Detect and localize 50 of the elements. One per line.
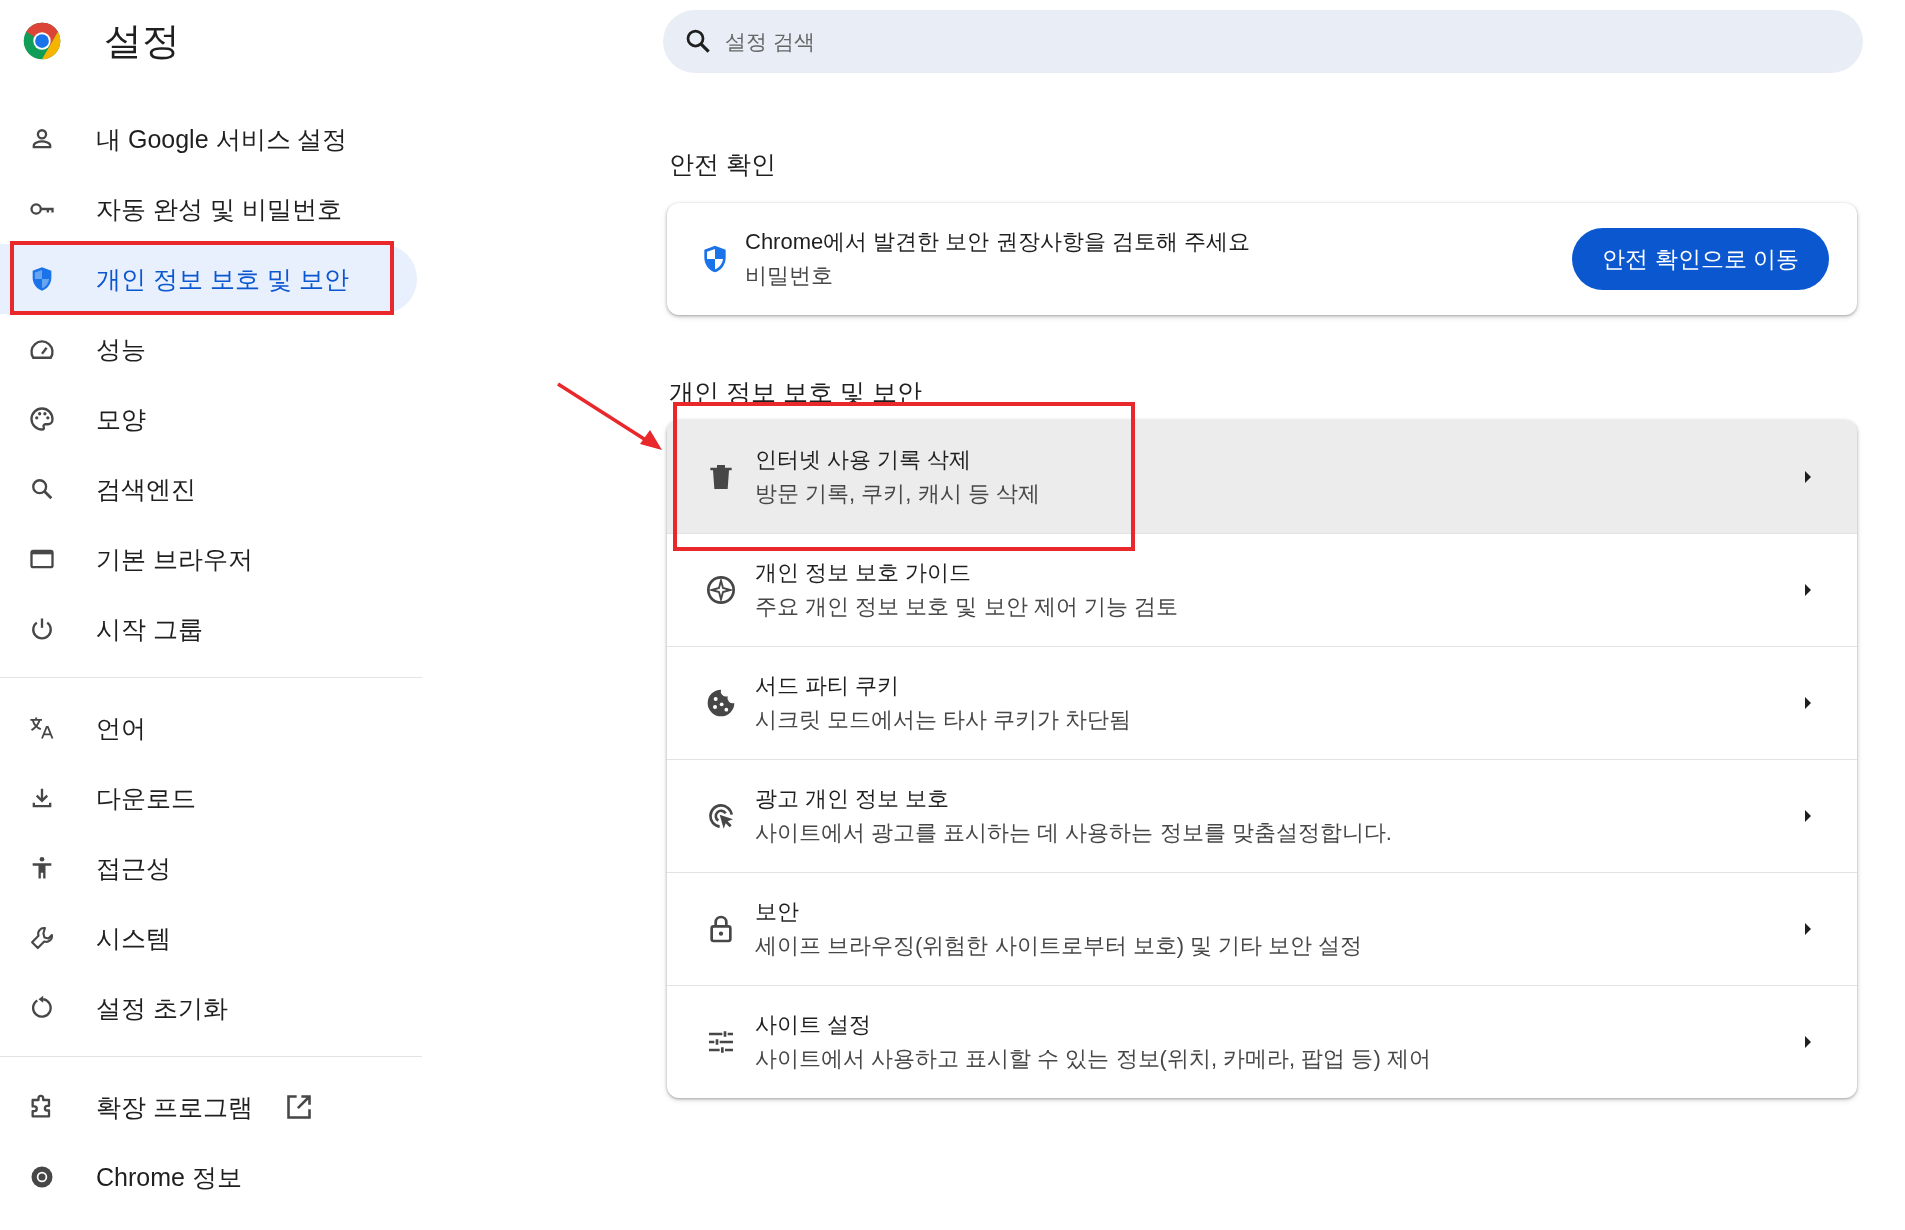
sidebar-item[interactable]: 검색엔진 [0, 454, 417, 524]
wrench-icon [28, 924, 56, 952]
row-subtitle: 주요 개인 정보 보호 및 보안 제어 기능 검토 [755, 593, 1179, 621]
sidebar-item[interactable]: 자동 완성 및 비밀번호 [0, 174, 417, 244]
row-subtitle: 방문 기록, 쿠키, 캐시 등 삭제 [755, 479, 1041, 508]
card-title: Chrome에서 발견한 보안 권장사항을 검토해 주세요 [745, 228, 1251, 256]
row-title: 개인 정보 보호 가이드 [755, 559, 973, 587]
caret-icon [1803, 696, 1813, 710]
cookie-icon [705, 687, 737, 719]
search-field[interactable]: 설정 검색 [663, 10, 1863, 73]
sidebar-item[interactable]: 접근성 [0, 833, 417, 903]
section-heading: 안전 확인 [669, 149, 777, 180]
settings-title: 설정 [104, 18, 180, 64]
row-subtitle: 사이트에서 광고를 표시하는 데 사용하는 정보를 맞춤설정합니다. [755, 819, 1393, 847]
caret-icon [1803, 1035, 1813, 1049]
sidebar-item[interactable]: 언어 [0, 693, 417, 763]
settings-row[interactable]: 보안 세이프 브라우징(위험한 사이트로부터 보호) 및 기타 보안 설정 [667, 872, 1857, 985]
card-subtitle: 비밀번호 [745, 262, 834, 290]
sidebar-item[interactable]: 확장 프로그램 [0, 1072, 417, 1142]
row-subtitle: 사이트에서 사용하고 표시할 수 있는 정보(위치, 카메라, 팝업 등) 제어 [755, 1045, 1432, 1073]
sidebar-item[interactable]: 다운로드 [0, 763, 417, 833]
compass-icon [705, 574, 737, 606]
row-title: 보안 [755, 898, 800, 926]
row-title: 서드 파티 쿠키 [755, 672, 901, 700]
sidebar-item[interactable]: 시스템 [0, 903, 417, 973]
sidebar-item[interactable]: Chrome 정보 [0, 1142, 417, 1212]
caret-icon [1803, 469, 1813, 484]
settings-row[interactable]: 개인 정보 보호 가이드 주요 개인 정보 보호 및 보안 제어 기능 검토 [667, 533, 1857, 646]
row-title: 인터넷 사용 기록 삭제 [755, 445, 973, 474]
sidebar-item[interactable]: 성능 [0, 314, 417, 384]
caret-icon [1803, 922, 1813, 936]
sidebar-item[interactable]: 기본 브라우저 [0, 524, 417, 594]
sidebar-item[interactable]: 내 Google 서비스 설정 [0, 104, 417, 174]
row-title: 광고 개인 정보 보호 [755, 785, 951, 813]
settings-row[interactable]: 광고 개인 정보 보호 사이트에서 광고를 표시하는 데 사용하는 정보를 맞춤설정합니다. [667, 759, 1857, 872]
sidebar-item[interactable]: 개인 정보 보호 및 보안 [0, 244, 417, 314]
sidebar-item[interactable]: 설정 초기화 [0, 973, 417, 1043]
sidebar-item[interactable]: 모양 [0, 384, 417, 454]
sidebar-item[interactable]: 시작 그룹 [0, 594, 417, 664]
row-subtitle: 시크릿 모드에서는 타사 쿠키가 차단됨 [755, 706, 1133, 734]
caret-icon [1803, 809, 1813, 823]
row-title: 사이트 설정 [755, 1011, 873, 1039]
safety-check-button[interactable]: 안전 확인으로 이동 [1572, 228, 1829, 290]
caret-icon [1803, 583, 1813, 597]
palette-icon [28, 405, 56, 433]
row-subtitle: 세이프 브라우징(위험한 사이트로부터 보호) 및 기타 보안 설정 [755, 932, 1364, 960]
settings-row[interactable]: 인터넷 사용 기록 삭제 방문 기록, 쿠키, 캐시 등 삭제 [667, 420, 1857, 533]
external-link-icon [284, 1093, 313, 1121]
settings-row[interactable]: 사이트 설정 사이트에서 사용하고 표시할 수 있는 정보(위치, 카메라, 팝업 등) 제어 [667, 985, 1857, 1098]
settings-row[interactable]: 서드 파티 쿠키 시크릿 모드에서는 타사 쿠키가 차단됨 [667, 646, 1857, 759]
